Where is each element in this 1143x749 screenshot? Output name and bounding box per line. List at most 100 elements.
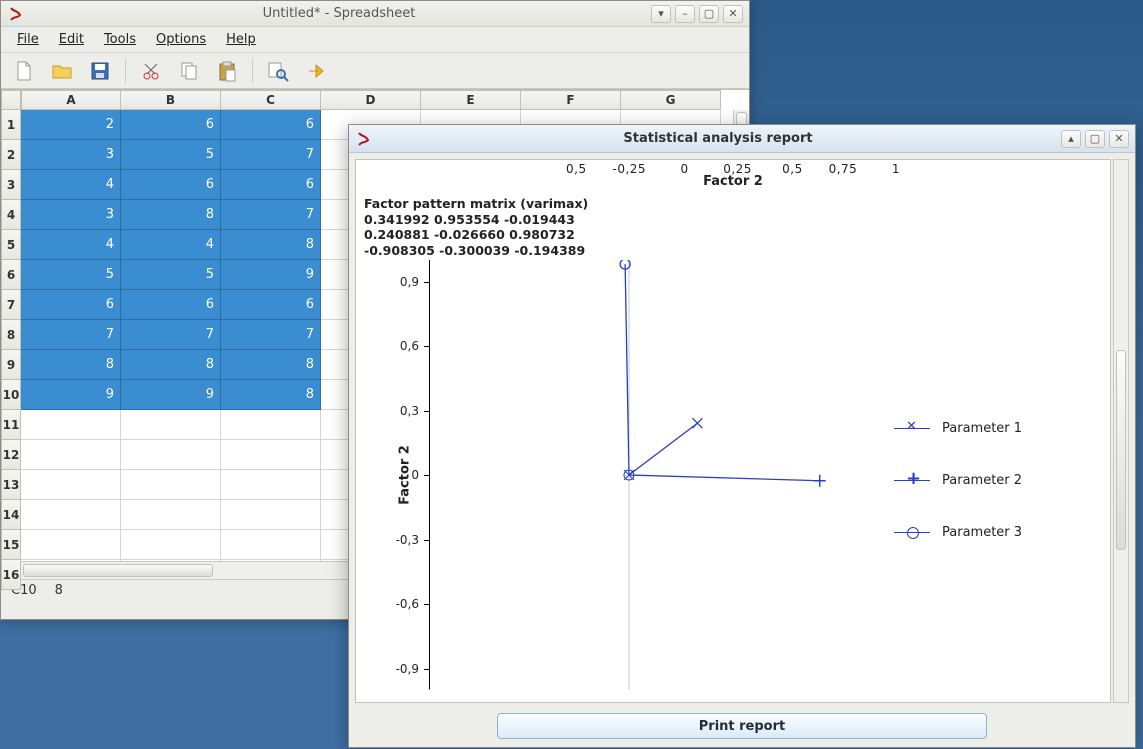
cell[interactable]: 7 <box>221 320 321 350</box>
cell[interactable]: 6 <box>121 170 221 200</box>
spreadsheet-titlebar[interactable]: Untitled* - Spreadsheet ▾ – ▢ ✕ <box>1 1 749 27</box>
cell[interactable]: 7 <box>21 320 121 350</box>
row-header[interactable]: 11 <box>1 410 21 440</box>
cell[interactable]: 6 <box>221 290 321 320</box>
column-header[interactable]: A <box>21 90 121 110</box>
cell[interactable] <box>21 440 121 470</box>
print-report-button[interactable]: Print report <box>497 713 987 739</box>
cell[interactable]: 5 <box>21 260 121 290</box>
close-button[interactable]: ✕ <box>723 5 743 23</box>
menu-help[interactable]: Help <box>216 30 266 49</box>
row-header[interactable]: 1 <box>1 110 21 140</box>
paste-icon[interactable] <box>212 56 242 86</box>
row-header[interactable]: 13 <box>1 470 21 500</box>
pin-button[interactable]: ▾ <box>651 5 671 23</box>
row-headers[interactable]: 12345678910111213141516 <box>1 110 21 590</box>
cell[interactable]: 6 <box>221 110 321 140</box>
save-file-icon[interactable] <box>85 56 115 86</box>
cell[interactable] <box>221 470 321 500</box>
cell[interactable]: 4 <box>21 230 121 260</box>
cell[interactable]: 9 <box>21 380 121 410</box>
cell[interactable]: 4 <box>121 230 221 260</box>
cell[interactable]: 8 <box>121 200 221 230</box>
cell[interactable]: 9 <box>121 380 221 410</box>
copy-icon[interactable] <box>174 56 204 86</box>
cell[interactable] <box>121 530 221 560</box>
cell[interactable]: 8 <box>221 350 321 380</box>
shade-button[interactable]: ▴ <box>1061 130 1081 148</box>
menu-edit[interactable]: Edit <box>49 30 94 49</box>
menu-tools[interactable]: Tools <box>94 30 146 49</box>
cell[interactable] <box>21 500 121 530</box>
column-headers[interactable]: ABCDEFG <box>21 90 733 110</box>
row-header[interactable]: 9 <box>1 350 21 380</box>
cell[interactable] <box>121 500 221 530</box>
cell[interactable]: 4 <box>21 170 121 200</box>
cell[interactable]: 2 <box>21 110 121 140</box>
column-header[interactable]: D <box>321 90 421 110</box>
y-tick <box>424 411 429 412</box>
cell[interactable]: 8 <box>121 350 221 380</box>
cell[interactable] <box>21 530 121 560</box>
cell[interactable] <box>21 410 121 440</box>
run-icon[interactable] <box>301 56 331 86</box>
row-header[interactable]: 14 <box>1 500 21 530</box>
column-header[interactable]: G <box>621 90 721 110</box>
cell[interactable]: 5 <box>121 260 221 290</box>
select-all-corner[interactable] <box>1 90 21 110</box>
cell[interactable]: 6 <box>121 110 221 140</box>
row-header[interactable]: 4 <box>1 200 21 230</box>
cell[interactable] <box>121 470 221 500</box>
row-header[interactable]: 3 <box>1 170 21 200</box>
row-header[interactable]: 16 <box>1 560 21 590</box>
cut-icon[interactable] <box>136 56 166 86</box>
new-file-icon[interactable] <box>9 56 39 86</box>
cell[interactable]: 3 <box>21 200 121 230</box>
scrollbar-thumb[interactable] <box>1116 350 1126 550</box>
y-tick <box>424 669 429 670</box>
column-header[interactable]: B <box>121 90 221 110</box>
row-header[interactable]: 7 <box>1 290 21 320</box>
cell[interactable]: 7 <box>221 140 321 170</box>
row-header[interactable]: 12 <box>1 440 21 470</box>
row-header[interactable]: 10 <box>1 380 21 410</box>
cell[interactable] <box>221 500 321 530</box>
cell[interactable]: 6 <box>121 290 221 320</box>
maximize-button[interactable]: ▢ <box>699 5 719 23</box>
column-header[interactable]: F <box>521 90 621 110</box>
cell[interactable] <box>21 470 121 500</box>
open-file-icon[interactable] <box>47 56 77 86</box>
row-header[interactable]: 5 <box>1 230 21 260</box>
cell[interactable] <box>221 410 321 440</box>
maximize-button[interactable]: ▢ <box>1085 130 1105 148</box>
cell[interactable]: 9 <box>221 260 321 290</box>
report-titlebar[interactable]: Statistical analysis report ▴ ▢ ✕ <box>349 125 1135 153</box>
cell[interactable]: 5 <box>121 140 221 170</box>
cell[interactable]: 7 <box>221 200 321 230</box>
column-header[interactable]: E <box>421 90 521 110</box>
cell[interactable] <box>121 440 221 470</box>
row-header[interactable]: 8 <box>1 320 21 350</box>
row-header[interactable]: 2 <box>1 140 21 170</box>
cell[interactable] <box>221 440 321 470</box>
menu-file[interactable]: File <box>7 30 49 49</box>
cell[interactable]: 3 <box>21 140 121 170</box>
cell[interactable]: 8 <box>221 230 321 260</box>
cell[interactable]: 7 <box>121 320 221 350</box>
column-header[interactable]: C <box>221 90 321 110</box>
cell[interactable] <box>221 530 321 560</box>
report-canvas[interactable]: 0,5 -0,25 0 0,25 0,5 0,75 1 Factor 2 Fac… <box>355 159 1111 703</box>
cell[interactable]: 6 <box>221 170 321 200</box>
row-header[interactable]: 6 <box>1 260 21 290</box>
minimize-button[interactable]: – <box>675 5 695 23</box>
find-icon[interactable] <box>263 56 293 86</box>
scrollbar-thumb[interactable] <box>23 564 213 577</box>
cell[interactable]: 8 <box>221 380 321 410</box>
cell[interactable] <box>121 410 221 440</box>
close-button[interactable]: ✕ <box>1109 130 1129 148</box>
report-scrollbar[interactable] <box>1113 159 1129 703</box>
row-header[interactable]: 15 <box>1 530 21 560</box>
menu-options[interactable]: Options <box>146 30 216 49</box>
cell[interactable]: 6 <box>21 290 121 320</box>
cell[interactable]: 8 <box>21 350 121 380</box>
